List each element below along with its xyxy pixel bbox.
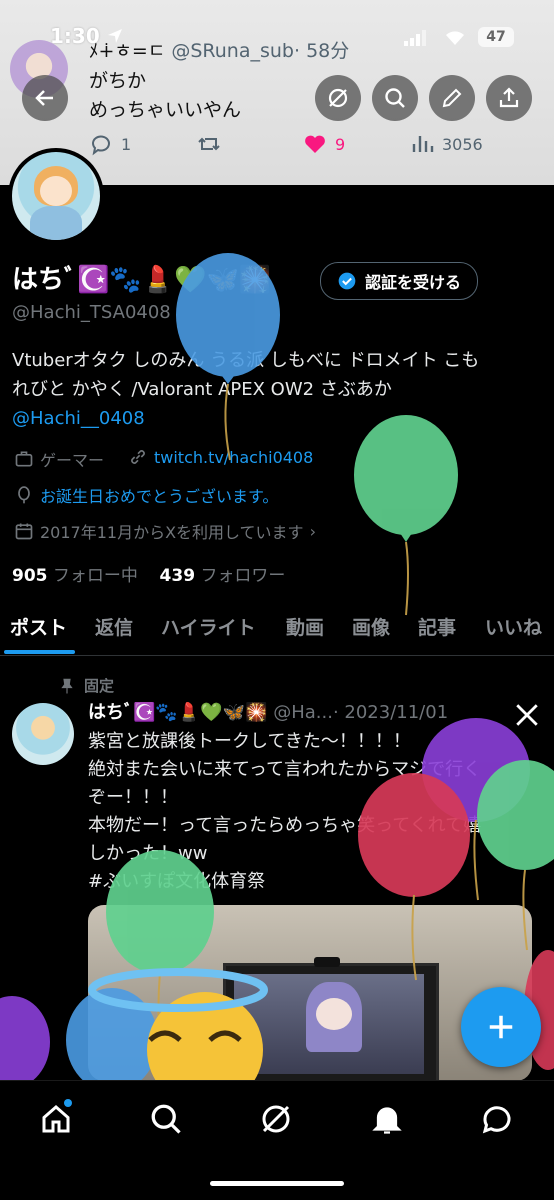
home-indicator (210, 1181, 344, 1186)
signal-icon (404, 30, 432, 46)
reply-count: 1 (121, 134, 132, 154)
back-button[interactable] (22, 75, 68, 121)
home-unread-dot (64, 1099, 72, 1107)
back-icon (35, 90, 53, 106)
wifi-icon (443, 28, 467, 46)
quoted-author-name: ﾒ∔ㅎ=ㄷ (89, 40, 166, 62)
quoted-text-line2: めっちゃいいやん (89, 99, 242, 121)
balloon-purple-left (0, 996, 50, 1080)
reply-icon (92, 135, 110, 156)
like-action[interactable]: 9 (303, 132, 345, 156)
edit-icon (442, 88, 462, 108)
quoted-author-handle: @SRuna_sub (171, 40, 294, 62)
grok-icon (328, 88, 348, 108)
like-count: 9 (335, 134, 346, 154)
heart-icon (305, 135, 325, 153)
quoted-tweet-header: ﾒ∔ㅎ=ㄷ @SRuna_sub· 58分 (89, 36, 349, 63)
balloon-green-top (354, 415, 458, 616)
search-icon (385, 88, 405, 108)
nav-notifications[interactable] (369, 1101, 405, 1137)
retweet-action[interactable] (196, 132, 222, 156)
plus-icon (489, 1015, 513, 1039)
compose-button[interactable] (461, 987, 541, 1067)
balloon-red (358, 773, 470, 981)
grok-nav-icon (262, 1105, 290, 1133)
avatar-image (12, 152, 100, 240)
edit-profile-button[interactable] (429, 75, 475, 121)
battery-indicator: 47 (478, 27, 514, 47)
balloon-blue-top (176, 253, 280, 461)
reply-action[interactable]: 1 (89, 132, 131, 156)
notifications-icon (372, 1107, 402, 1134)
retweet-icon (198, 137, 220, 151)
nav-explore[interactable] (148, 1101, 184, 1137)
nav-grok[interactable] (258, 1101, 294, 1137)
views-icon (412, 136, 434, 152)
views-count: 3056 (442, 134, 483, 154)
share-icon (499, 87, 519, 108)
balloon-overlay (0, 253, 554, 1080)
search-button[interactable] (372, 75, 418, 121)
quoted-time: · 58分 (294, 40, 350, 62)
views-action[interactable]: 3056 (410, 132, 483, 156)
grok-button[interactable] (315, 75, 361, 121)
balloon-green-right (477, 760, 554, 951)
nav-messages[interactable] (479, 1101, 515, 1137)
profile-avatar[interactable] (8, 148, 104, 244)
share-button[interactable] (486, 75, 532, 121)
messages-icon (482, 1106, 511, 1134)
explore-icon (151, 1104, 181, 1134)
nav-home[interactable] (38, 1099, 74, 1137)
quoted-text-line1: がちか (89, 70, 147, 92)
bottom-navigation (0, 1080, 554, 1200)
